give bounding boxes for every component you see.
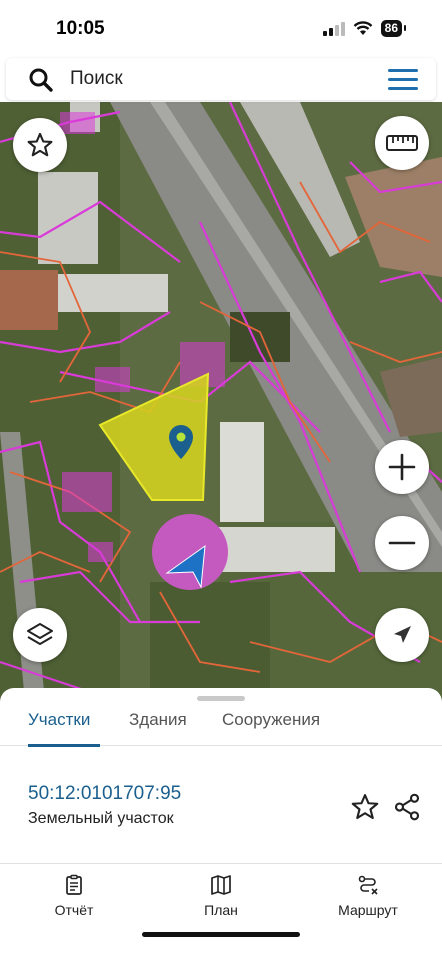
- route-icon: [358, 875, 378, 895]
- status-icons: 86: [322, 20, 407, 37]
- bottom-sheet[interactable]: Участки Здания Сооружения 50:12:0101707:…: [0, 688, 442, 960]
- zoom-in-button[interactable]: [375, 440, 429, 494]
- search-input[interactable]: [70, 66, 370, 92]
- category-tabs: Участки Здания Сооружения: [0, 706, 442, 746]
- favorite-star-button[interactable]: [13, 118, 67, 172]
- layers-button[interactable]: [13, 608, 67, 662]
- sheet-grabber-handle[interactable]: [197, 696, 245, 701]
- cadastral-number-link[interactable]: 50:12:0101707:95: [28, 783, 181, 805]
- zoom-out-button[interactable]: [375, 516, 429, 570]
- bottom-navigation: Отчёт План Маршрут: [0, 864, 442, 928]
- satellite-map[interactable]: [0, 102, 442, 702]
- nav-plan[interactable]: План: [171, 874, 271, 918]
- share-icon[interactable]: [392, 792, 422, 822]
- status-bar: 10:05 86: [0, 0, 442, 58]
- tab-structures[interactable]: Сооружения: [222, 710, 320, 746]
- nav-report-label: Отчёт: [54, 902, 94, 918]
- plus-icon: [388, 453, 416, 481]
- nav-route[interactable]: Маршрут: [318, 874, 418, 918]
- nav-route-label: Маршрут: [338, 902, 398, 918]
- map-plan-icon: [211, 875, 231, 895]
- star-icon: [27, 132, 53, 157]
- status-time: 10:05: [56, 18, 105, 39]
- map-imagery: [0, 102, 442, 702]
- parcel-type-label: Земельный участок: [28, 810, 174, 827]
- search-icon[interactable]: [28, 67, 54, 93]
- navigation-arrow-icon: [394, 626, 411, 643]
- active-tab-indicator: [28, 744, 100, 747]
- my-location-button[interactable]: [375, 608, 429, 662]
- wifi-icon: [353, 21, 372, 35]
- tab-parcels[interactable]: Участки: [28, 710, 90, 746]
- hamburger-menu-icon[interactable]: [388, 69, 418, 91]
- search-bar[interactable]: [6, 58, 436, 100]
- battery-level: 86: [380, 20, 407, 37]
- minus-icon: [388, 541, 416, 545]
- tab-buildings[interactable]: Здания: [129, 710, 187, 746]
- home-indicator: [142, 932, 300, 937]
- cellular-signal-icon: [322, 21, 345, 36]
- nav-report[interactable]: Отчёт: [24, 874, 124, 918]
- ruler-measure-button[interactable]: [375, 116, 429, 170]
- layers-icon: [27, 623, 53, 645]
- nav-plan-label: План: [204, 902, 238, 918]
- ruler-icon: [386, 135, 418, 151]
- report-icon: [66, 874, 82, 895]
- favorite-star-icon[interactable]: [350, 792, 380, 822]
